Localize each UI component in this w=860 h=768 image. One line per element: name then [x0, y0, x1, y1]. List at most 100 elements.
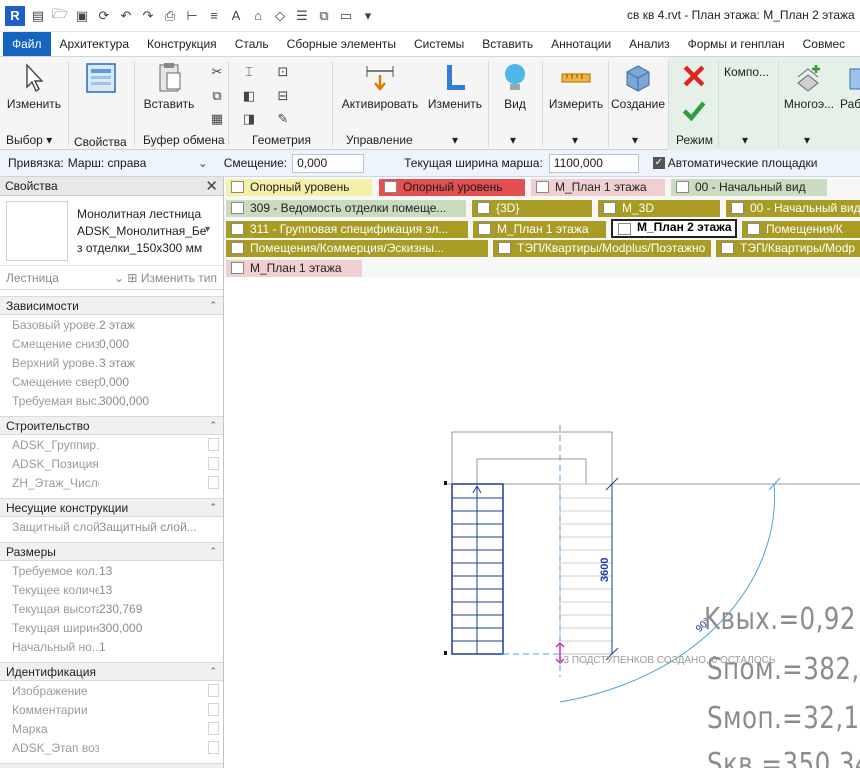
measure-dropdown-icon[interactable]: ▾: [572, 133, 578, 147]
property-row[interactable]: Базовый урове... 2 этаж: [0, 315, 223, 334]
view-tab[interactable]: Опорный уровень: [379, 179, 525, 196]
view-tab[interactable]: 311 - Групповая спецификация эл...: [226, 221, 468, 238]
property-checkbox[interactable]: [208, 703, 219, 716]
align-icon[interactable]: ≡: [205, 7, 223, 25]
property-value[interactable]: 3000,000: [99, 394, 207, 408]
create-button[interactable]: Создание: [608, 57, 668, 111]
property-value[interactable]: 13: [99, 564, 207, 578]
view-tab[interactable]: М_План 1 этажа: [473, 221, 606, 238]
property-value[interactable]: 300,000: [99, 621, 207, 635]
tab-precast[interactable]: Сборные элементы: [278, 32, 405, 56]
undo-icon[interactable]: ↶: [117, 7, 135, 25]
view-tab[interactable]: Помещения/К: [742, 221, 860, 238]
property-row[interactable]: ZH_Этаж_Число...: [0, 473, 223, 492]
open-icon[interactable]: 🗁: [51, 6, 69, 25]
3d-view-icon[interactable]: ⌂: [249, 7, 267, 25]
property-row[interactable]: ADSK_Позиция: [0, 454, 223, 473]
property-group-header[interactable]: Зависимости ⌃: [0, 296, 223, 315]
cut-icon[interactable]: ✂: [208, 63, 226, 81]
type-selector[interactable]: Монолитная лестница ADSK_Монолитная_Бе з…: [0, 196, 223, 266]
collapse-chevron-icon[interactable]: ⌃: [209, 546, 217, 557]
copy-icon[interactable]: ⧉: [208, 87, 226, 105]
split-face-icon[interactable]: ⊟: [274, 87, 292, 105]
property-group-header[interactable]: Стадии⌃: [0, 763, 223, 768]
property-row[interactable]: Начальный но... 1: [0, 637, 223, 656]
property-row[interactable]: Верхний урове... 3 этаж: [0, 353, 223, 372]
property-group-header[interactable]: Несущие конструкции ⌃: [0, 498, 223, 517]
tab-steel[interactable]: Сталь: [226, 32, 278, 56]
property-row[interactable]: Текущая ширин...300,000: [0, 618, 223, 637]
work-plane-button[interactable]: Раб: [840, 57, 860, 111]
property-checkbox[interactable]: [208, 457, 219, 470]
components-button[interactable]: Компо...: [724, 65, 776, 79]
property-row[interactable]: Марка: [0, 719, 223, 738]
paint-icon[interactable]: ✎: [274, 110, 292, 128]
collapse-chevron-icon[interactable]: ⌃: [209, 666, 217, 677]
property-value[interactable]: 230,769: [99, 602, 207, 616]
view-tab[interactable]: 00 - Начальный вид: [671, 179, 827, 196]
property-row[interactable]: Текущее количе...13: [0, 580, 223, 599]
property-group-header[interactable]: Идентификация ⌃: [0, 662, 223, 681]
property-value[interactable]: 0,000: [99, 375, 207, 389]
revit-logo-icon[interactable]: R: [5, 5, 25, 26]
property-checkbox[interactable]: [208, 438, 219, 451]
property-checkbox[interactable]: [208, 722, 219, 735]
drawing-canvas[interactable]: 3600 90° 13 ПОДСТУПЕНКОВ СОЗДАНО, 0 ОСТА…: [224, 277, 860, 768]
view-tab[interactable]: Опорный уровень: [226, 179, 372, 196]
collapse-chevron-icon[interactable]: ⌃: [209, 300, 217, 311]
view-tab[interactable]: М_3D: [598, 200, 720, 217]
tab-collaborate[interactable]: Совмес: [794, 32, 855, 56]
view-dropdown-icon[interactable]: ▾: [510, 133, 516, 147]
cut-geometry-icon[interactable]: ◧: [240, 87, 258, 105]
select-panel-label[interactable]: Выбор ▾: [6, 133, 52, 147]
modify-sketch-button[interactable]: Изменить: [424, 57, 486, 111]
view-tab[interactable]: 00 - Начальный вид: [726, 200, 860, 217]
tab-massing-site[interactable]: Формы и генплан: [679, 32, 794, 56]
property-row[interactable]: ADSK_Этап воз...: [0, 738, 223, 757]
customize-qat-icon[interactable]: ▾: [359, 7, 377, 25]
create-dropdown-icon[interactable]: ▾: [632, 133, 638, 147]
join-icon[interactable]: ◨: [240, 110, 258, 128]
property-value[interactable]: 1: [99, 640, 207, 654]
modify-button[interactable]: Изменить: [4, 57, 64, 111]
view-tab[interactable]: {3D}: [472, 200, 592, 217]
tab-systems[interactable]: Системы: [405, 32, 473, 56]
auto-landing-checkbox[interactable]: ✓ Автоматические площадки: [652, 156, 818, 170]
type-dropdown-icon[interactable]: ▾: [205, 224, 210, 235]
property-row[interactable]: ADSK_Группир...: [0, 435, 223, 454]
modify-dropdown-icon[interactable]: ▾: [452, 133, 458, 147]
collapse-chevron-icon[interactable]: ⌃: [209, 502, 217, 513]
dimension-value[interactable]: 3600: [599, 558, 611, 582]
property-row[interactable]: Текущая высота...230,769: [0, 599, 223, 618]
view-tab[interactable]: 309 - Ведомость отделки помеще...: [226, 200, 466, 217]
view-tab[interactable]: ТЭП/Квартиры/Modplus/Поэтажно: [493, 240, 711, 257]
save-icon[interactable]: ▣: [73, 7, 91, 25]
multistory-button[interactable]: Многоэ...: [780, 57, 838, 111]
activate-button[interactable]: Активировать: [338, 57, 422, 111]
finish-edit-mode-button[interactable]: [672, 93, 716, 125]
cope-icon[interactable]: ⌶: [240, 63, 258, 81]
view-tab-active[interactable]: М_План 2 этажа: [611, 219, 737, 238]
offset-input[interactable]: 0,000: [292, 153, 365, 173]
property-value[interactable]: Защитный слой...: [99, 520, 207, 534]
property-row[interactable]: Защитный слой...Защитный слой...: [0, 517, 223, 536]
collapse-chevron-icon[interactable]: ⌃: [209, 420, 217, 431]
close-icon[interactable]: ✕: [205, 177, 218, 195]
view-button[interactable]: Вид: [490, 57, 540, 111]
paste-button[interactable]: Вставить: [138, 57, 200, 111]
property-row[interactable]: Комментарии: [0, 700, 223, 719]
property-row[interactable]: Требуемое кол... 13: [0, 561, 223, 580]
thin-lines-icon[interactable]: ☰: [293, 7, 311, 25]
property-group-header[interactable]: Размеры ⌃: [0, 542, 223, 561]
tab-architecture[interactable]: Архитектура: [51, 32, 139, 56]
redo-icon[interactable]: ↷: [139, 7, 157, 25]
components-dropdown-icon[interactable]: ▾: [742, 133, 748, 147]
view-tab[interactable]: М_План 1 этажа: [531, 179, 665, 196]
switch-windows-icon[interactable]: ▭: [337, 7, 355, 25]
property-row[interactable]: Смещение снизу 0,000: [0, 334, 223, 353]
property-value[interactable]: 2 этаж: [99, 318, 207, 332]
view-tab[interactable]: Помещения/Коммерция/Эскизны...: [226, 240, 488, 257]
property-row[interactable]: Изображение: [0, 681, 223, 700]
view-tab[interactable]: ТЭП/Квартиры/Modp: [716, 240, 860, 257]
edit-type-button[interactable]: ⌄ ⊞ Изменить тип: [114, 271, 217, 285]
